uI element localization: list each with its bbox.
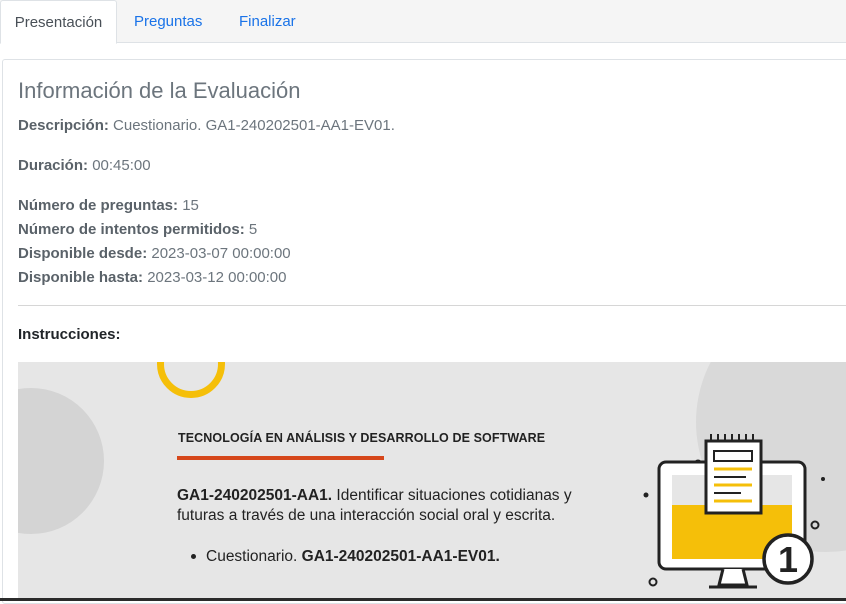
monitor-document-icon: 1 <box>643 434 825 589</box>
available-from-value: 2023-03-07 00:00:00 <box>151 245 291 262</box>
tab-finalizar[interactable]: Finalizar <box>239 0 296 43</box>
bullet-code: GA1-240202501-AA1-EV01. <box>301 548 500 565</box>
decorative-ring <box>157 362 225 398</box>
duration-value: 00:45:00 <box>92 157 151 174</box>
banner-title: TECNOLOGÍA EN ANÁLISIS Y DESARROLLO DE S… <box>178 431 546 445</box>
description-row: Descripción: Cuestionario. GA1-240202501… <box>18 117 395 134</box>
questions-label: Número de preguntas: <box>18 197 179 214</box>
page-title: Información de la Evaluación <box>18 78 301 103</box>
bullet-dot <box>191 554 196 560</box>
available-until-label: Disponible hasta: <box>18 269 144 286</box>
description-value: Cuestionario. GA1-240202501-AA1-EV01. <box>113 117 395 134</box>
available-until-row: Disponible hasta: 2023-03-12 00:00:00 <box>18 269 287 286</box>
instructions-label: Instrucciones: <box>18 326 121 343</box>
tab-presentacion[interactable]: Presentación <box>0 0 117 44</box>
bullet-prefix: Cuestionario. <box>206 548 298 565</box>
divider <box>18 305 846 306</box>
available-from-label: Disponible desde: <box>18 245 148 262</box>
available-until-value: 2023-03-12 00:00:00 <box>147 269 287 286</box>
banner-code: GA1-240202501-AA1. <box>177 487 333 504</box>
tab-bar: Presentación Preguntas Finalizar <box>0 0 846 44</box>
decorative-circle-left <box>18 388 104 534</box>
banner-description: GA1-240202501-AA1. Identificar situacion… <box>177 486 617 526</box>
available-from-row: Disponible desde: 2023-03-07 00:00:00 <box>18 245 291 262</box>
attempts-value: 5 <box>248 221 258 238</box>
badge-number: 1 <box>778 539 798 580</box>
attempts-row: Número de intentos permitidos: 5 <box>18 221 257 238</box>
attempts-label: Número de intentos permitidos: <box>18 221 245 238</box>
duration-label: Duración: <box>18 157 89 174</box>
banner-bullet: Cuestionario. GA1-240202501-AA1-EV01. <box>191 548 500 566</box>
tab-preguntas[interactable]: Preguntas <box>134 0 202 43</box>
banner-underline <box>177 456 384 460</box>
questions-row: Número de preguntas: 15 <box>18 197 199 214</box>
description-label: Descripción: <box>18 117 109 134</box>
questions-value: 15 <box>182 197 199 214</box>
instructions-banner: TECNOLOGÍA EN ANÁLISIS Y DESARROLLO DE S… <box>18 362 846 601</box>
duration-row: Duración: 00:45:00 <box>18 157 151 174</box>
